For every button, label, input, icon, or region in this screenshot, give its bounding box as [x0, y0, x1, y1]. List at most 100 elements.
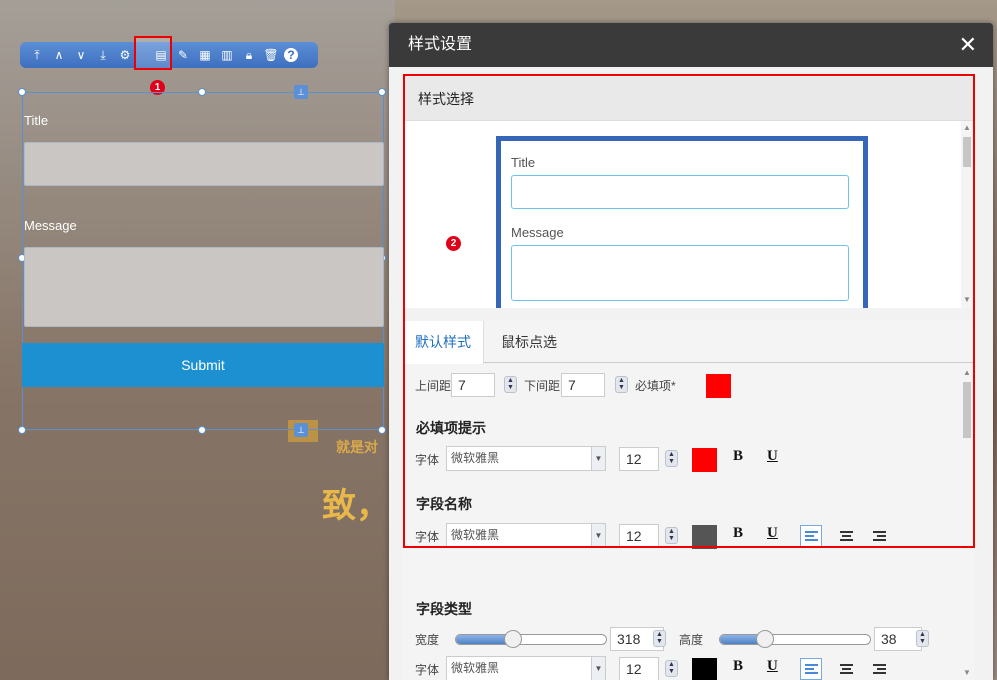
font-color-swatch[interactable]: [692, 525, 717, 549]
required-hint-title: 必填项提示: [416, 420, 486, 436]
grid-icon[interactable]: ▦: [196, 46, 214, 64]
go-bottom-icon[interactable]: ⤓: [94, 46, 112, 64]
scroll-down-icon[interactable]: ▼: [963, 668, 971, 677]
style-preview-area[interactable]: 2 Title Message ▲ ▼: [403, 121, 975, 308]
height-label: 高度: [679, 633, 704, 647]
download-icon[interactable]: ⊥: [294, 423, 308, 437]
font-select-value: 微软雅黑: [451, 528, 500, 542]
font-size-stepper[interactable]: ▲ ▼: [665, 660, 678, 677]
form-message-input[interactable]: [24, 247, 384, 327]
height-slider[interactable]: [719, 630, 871, 648]
font-label: 字体: [415, 530, 440, 544]
edit-icon[interactable]: ✎: [174, 46, 192, 64]
spacing-row: 上间距 7 ▲ ▼ 下间距 7 ▲ ▼ 必填项*: [403, 370, 963, 400]
scroll-thumb[interactable]: [963, 137, 971, 167]
go-top-icon[interactable]: ⤒: [28, 46, 46, 64]
bottom-spacing-stepper[interactable]: ▲ ▼: [615, 376, 628, 393]
resize-handle[interactable]: [18, 426, 26, 434]
font-select[interactable]: 微软雅黑 ▼: [446, 446, 606, 471]
font-size-input[interactable]: 12: [619, 657, 659, 680]
preview-title-label: Title: [511, 155, 536, 170]
style-preview-card[interactable]: Title Message: [496, 136, 868, 308]
top-spacing-input[interactable]: 7: [451, 373, 495, 397]
align-left-button[interactable]: [800, 525, 822, 547]
underline-button[interactable]: U: [767, 448, 778, 465]
scroll-down-icon[interactable]: ▼: [963, 295, 971, 304]
resize-handle[interactable]: [198, 426, 206, 434]
underline-button[interactable]: U: [767, 525, 778, 542]
preview-message-label: Message: [511, 225, 564, 240]
help-icon[interactable]: ?: [284, 48, 298, 62]
background-text-small: 就是对: [336, 439, 378, 455]
delete-icon[interactable]: 🗑︎: [262, 46, 280, 64]
required-label: 必填项*: [635, 379, 676, 393]
form-message-label: Message: [24, 218, 77, 233]
scroll-thumb[interactable]: [963, 382, 971, 438]
required-color-swatch[interactable]: [706, 374, 731, 398]
align-right-button[interactable]: [868, 525, 890, 547]
font-size-input[interactable]: 12: [619, 447, 659, 471]
resize-handle[interactable]: [378, 88, 386, 96]
font-size-stepper[interactable]: ▲ ▼: [665, 450, 678, 467]
font-color-swatch[interactable]: [692, 658, 717, 680]
lock-icon[interactable]: 🔒︎: [240, 46, 258, 64]
resize-handle[interactable]: [198, 88, 206, 96]
font-select[interactable]: 微软雅黑 ▼: [446, 656, 606, 680]
font-label: 字体: [415, 453, 440, 467]
top-spacing-stepper[interactable]: ▲ ▼: [504, 376, 517, 393]
required-hint-font-row: 字体 微软雅黑 ▼ 12 ▲ ▼ B U: [403, 444, 963, 474]
style-settings-dialog: 样式设置 ✕ 样式选择 2 Title Message ▲ ▼ 默认样式 鼠标点…: [389, 23, 993, 680]
field-type-title: 字段类型: [416, 601, 472, 617]
bold-button[interactable]: B: [733, 448, 743, 465]
font-color-swatch[interactable]: [692, 448, 717, 472]
dialog-header: 样式设置 ✕: [389, 23, 993, 67]
gear-icon[interactable]: ⚙: [116, 46, 134, 64]
preview-message-input: [511, 245, 849, 301]
close-icon[interactable]: ✕: [959, 23, 977, 67]
height-input[interactable]: 38: [874, 627, 922, 651]
font-size-stepper[interactable]: ▲ ▼: [665, 527, 678, 544]
field-name-font-row: 字体 微软雅黑 ▼ 12 ▲ ▼ B U: [403, 521, 963, 551]
down-icon[interactable]: ∨: [72, 46, 90, 64]
font-select-value: 微软雅黑: [451, 661, 500, 675]
up-icon[interactable]: ∧: [50, 46, 68, 64]
font-select[interactable]: 微软雅黑 ▼: [446, 523, 606, 548]
height-stepper[interactable]: ▲ ▼: [916, 630, 929, 647]
style-tabs: 默认样式 鼠标点选: [403, 321, 975, 364]
bottom-spacing-label: 下间距: [524, 379, 561, 393]
submit-button[interactable]: Submit: [22, 343, 384, 387]
preview-scrollbar[interactable]: ▲ ▼: [961, 121, 973, 308]
font-size-input[interactable]: 12: [619, 524, 659, 548]
top-spacing-label: 上间距: [415, 379, 452, 393]
step-badge-2: 2: [446, 236, 461, 251]
resize-handle[interactable]: [18, 88, 26, 96]
preview-title-input: [511, 175, 849, 209]
field-type-font-row: 字体 微软雅黑 ▼ 12 ▲ ▼ B U: [403, 654, 963, 680]
scroll-up-icon[interactable]: ▲: [963, 368, 971, 377]
background-text-large: 致，: [322, 487, 390, 525]
form-title-label: Title: [24, 113, 49, 128]
font-label: 字体: [415, 663, 440, 677]
align-center-button[interactable]: [835, 658, 857, 680]
bold-button[interactable]: B: [733, 525, 743, 542]
underline-button[interactable]: U: [767, 658, 778, 675]
align-right-button[interactable]: [868, 658, 890, 680]
height-slider-knob[interactable]: [756, 630, 774, 648]
tab-default-style[interactable]: 默认样式: [403, 321, 484, 364]
chart-icon[interactable]: ▥: [218, 46, 236, 64]
bottom-spacing-input[interactable]: 7: [561, 373, 605, 397]
width-stepper[interactable]: ▲ ▼: [653, 630, 666, 647]
bold-button[interactable]: B: [733, 658, 743, 675]
resize-handle[interactable]: [378, 426, 386, 434]
tab-mouse-select[interactable]: 鼠标点选: [489, 321, 569, 363]
dialog-title: 样式设置: [408, 36, 473, 53]
width-slider[interactable]: [455, 630, 607, 648]
form-title-input[interactable]: [24, 142, 384, 186]
scroll-up-icon[interactable]: ▲: [963, 123, 971, 132]
align-left-button[interactable]: [800, 658, 822, 680]
style-settings-highlight: [134, 36, 172, 70]
align-center-button[interactable]: [835, 525, 857, 547]
width-label: 宽度: [415, 633, 440, 647]
download-icon[interactable]: ⊥: [294, 85, 308, 99]
width-slider-knob[interactable]: [504, 630, 522, 648]
